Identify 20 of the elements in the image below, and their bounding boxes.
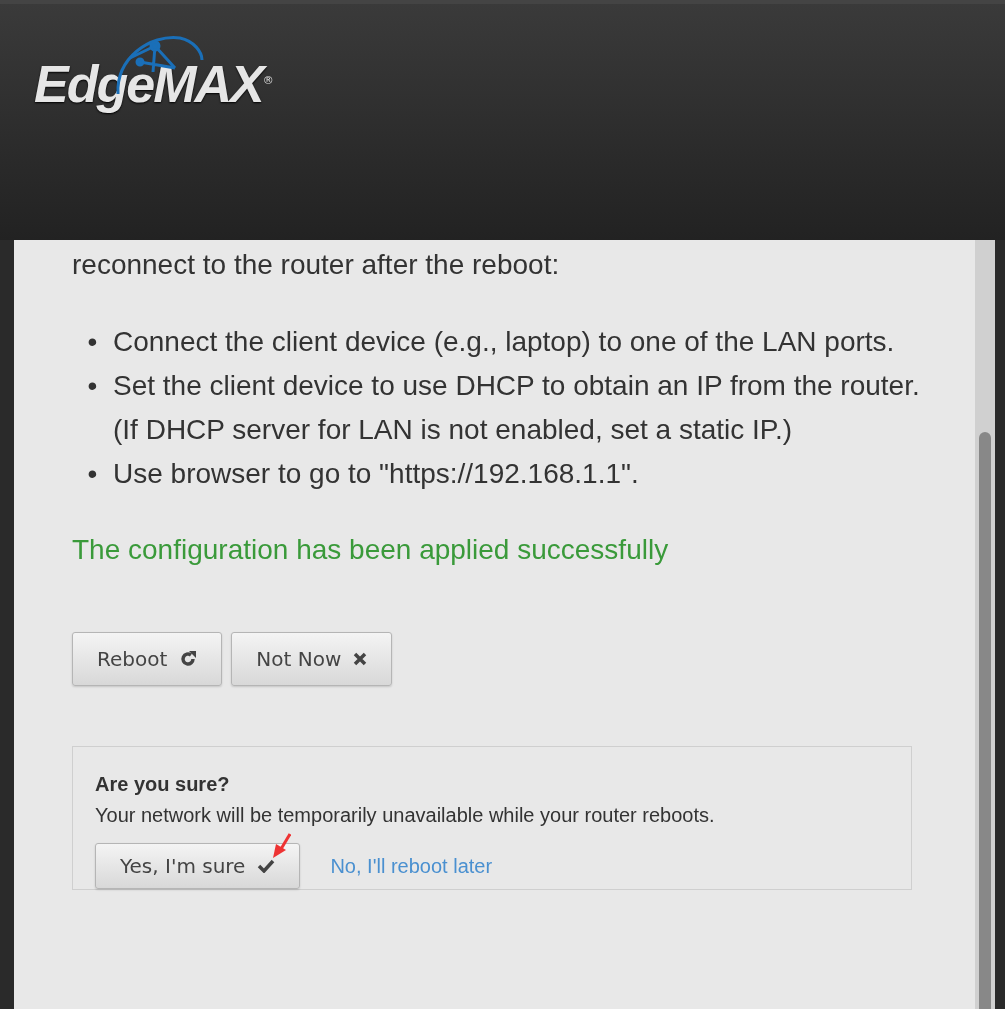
reboot-button[interactable]: Reboot — [72, 632, 223, 686]
close-icon — [353, 652, 368, 666]
confirm-title: Are you sure? — [95, 772, 231, 797]
not-now-button[interactable]: Not Now — [231, 632, 393, 686]
bullet: • — [86, 325, 99, 359]
check-icon — [257, 859, 276, 873]
refresh-icon — [179, 650, 198, 668]
bullet: • — [86, 457, 99, 491]
intro-text: reconnect to the router after the reboot: — [72, 248, 561, 282]
instruction-item: Connect the client device (e.g., laptop) to one of the LAN ports. — [113, 325, 896, 359]
success-message: The configuration has been applied successfully — [72, 533, 670, 567]
confirm-button[interactable]: Yes, I'm sure — [95, 843, 301, 889]
edgemax-logo: EdgeMAX® — [34, 28, 274, 114]
scrollbar-thumb[interactable] — [979, 432, 991, 1009]
scrollbar[interactable] — [975, 240, 995, 1009]
instruction-item: Set the client device to use DHCP to obtain an IP from the router. (If DHCP server for LAN is not enabled, set a static IP.) — [113, 369, 921, 447]
bullet: • — [86, 369, 99, 403]
instruction-item: Use browser to go to "https://192.168.1.1". — [113, 457, 640, 491]
confirm-message: Your network will be temporarily unavailable while your router reboots. — [95, 803, 716, 828]
annotation-arrow — [271, 833, 291, 859]
